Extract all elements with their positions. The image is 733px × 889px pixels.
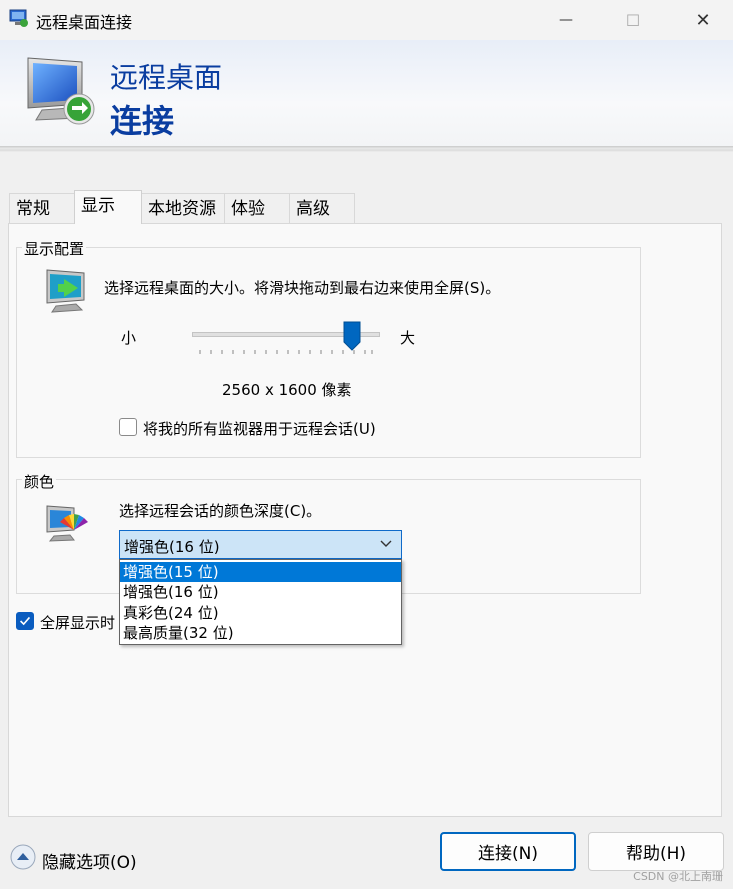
display-config-label: 显示配置 (22, 238, 87, 259)
color-depth-dropdown-list: 增强色(15 位) 增强色(16 位) 真彩色(24 位) 最高质量(32 位) (119, 559, 402, 645)
slider-min-label: 小 (121, 329, 137, 347)
tab-display[interactable]: 显示 (74, 190, 142, 224)
tab-general[interactable]: 常规 (9, 193, 75, 223)
color-depth-option-16bit[interactable]: 增强色(16 位) (120, 582, 401, 602)
color-depth-description: 选择远程会话的颜色深度(C)。 (119, 502, 322, 520)
color-depth-selected-value: 增强色(16 位) (124, 538, 220, 556)
maximize-icon: ☐ (625, 10, 641, 30)
tab-experience[interactable]: 体验 (224, 193, 290, 223)
tab-advanced[interactable]: 高级 (289, 193, 355, 223)
maximize-button[interactable]: ☐ (603, 0, 663, 40)
minimize-button[interactable]: — (536, 0, 596, 40)
display-monitor-icon (46, 269, 85, 313)
fullscreen-bar-label: 全屏显示时 (40, 614, 116, 632)
chevron-down-icon (380, 540, 392, 547)
color-depth-option-32bit[interactable]: 最高质量(32 位) (120, 623, 401, 643)
close-button[interactable]: ✕ (673, 0, 733, 40)
banner-title-line2: 连接 (110, 102, 175, 140)
color-depth-option-15bit[interactable]: 增强色(15 位) (120, 562, 401, 582)
window-title: 远程桌面连接 (36, 13, 133, 32)
use-all-monitors-checkbox[interactable] (119, 418, 137, 436)
remote-desktop-app-icon (9, 9, 28, 27)
display-size-description: 选择远程桌面的大小。将滑块拖动到最右边来使用全屏(S)。 (104, 279, 501, 297)
use-all-monitors-label: 将我的所有监视器用于远程会话(U) (143, 420, 376, 438)
fullscreen-bar-checkbox[interactable] (16, 612, 34, 630)
minimize-icon: — (559, 12, 573, 28)
slider-ticks (199, 350, 373, 354)
color-depth-combobox[interactable]: 增强色(16 位) (119, 530, 402, 559)
color-depth-option-24bit[interactable]: 真彩色(24 位) (120, 603, 401, 623)
remote-desktop-monitor-icon (27, 57, 95, 125)
collapse-options-icon[interactable] (10, 844, 36, 870)
hide-options-link[interactable]: 隐藏选项(O) (42, 848, 137, 873)
color-depth-icon (46, 505, 88, 542)
close-icon: ✕ (695, 9, 711, 31)
display-size-slider-thumb[interactable] (343, 321, 361, 351)
colors-label: 颜色 (22, 471, 57, 492)
help-button[interactable]: 帮助(H) (588, 832, 724, 871)
banner-divider (0, 146, 733, 152)
title-bar: 远程桌面连接 — ☐ ✕ (0, 0, 733, 40)
tab-local-resources[interactable]: 本地资源 (141, 193, 225, 223)
slider-max-label: 大 (400, 329, 416, 347)
resolution-text: 2560 x 1600 像素 (222, 381, 352, 399)
banner-title-line1: 远程桌面 (110, 61, 223, 94)
connect-button[interactable]: 连接(N) (440, 832, 576, 871)
watermark-text: CSDN @北上南珊 (633, 870, 723, 883)
checkmark-icon (19, 616, 31, 626)
